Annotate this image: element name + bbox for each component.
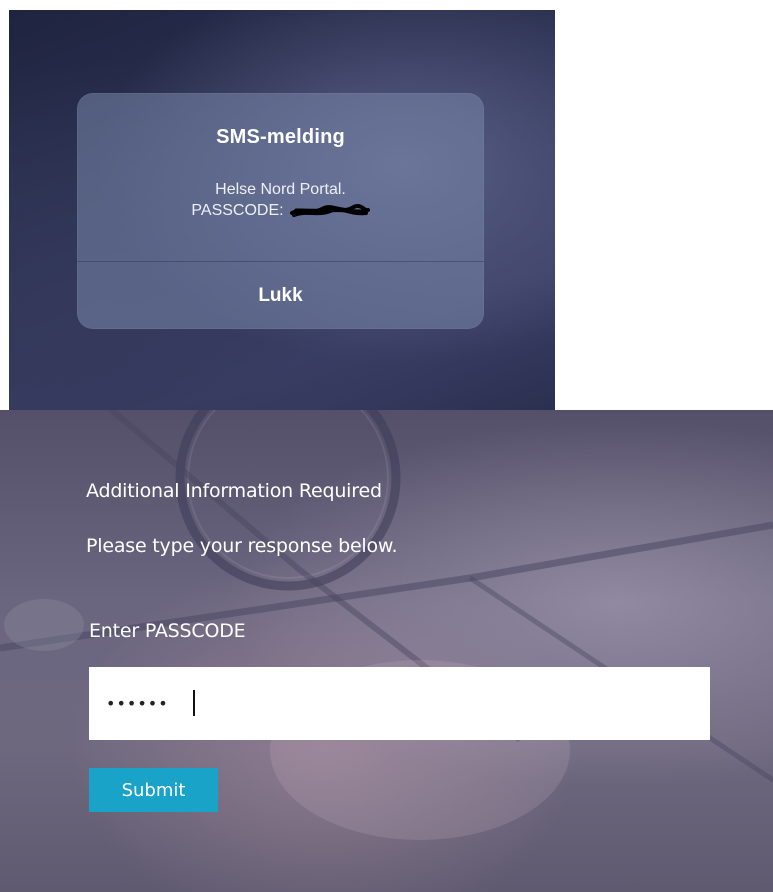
sms-passcode-line: PASSCODE: <box>191 200 370 221</box>
submit-button[interactable]: Submit <box>89 768 218 812</box>
page-title: Additional Information Required <box>86 480 382 502</box>
portal-passcode-screenshot: Additional Information Required Please t… <box>0 410 773 892</box>
screenshot-composite: SMS-melding Helse Nord Portal. PASSCODE:… <box>0 0 773 892</box>
sms-passcode-label: PASSCODE: <box>191 202 284 219</box>
passcode-input[interactable] <box>89 667 710 740</box>
sms-alert-message: Helse Nord Portal. PASSCODE: <box>77 179 484 221</box>
sms-alert-title: SMS-melding <box>216 126 345 148</box>
phone-sms-screenshot: SMS-melding Helse Nord Portal. PASSCODE:… <box>9 10 555 420</box>
redaction-scribble-icon <box>289 203 370 217</box>
passcode-field-label: Enter PASSCODE <box>89 620 246 642</box>
sms-close-button[interactable]: Lukk <box>77 262 484 329</box>
text-caret <box>193 690 195 716</box>
sms-message-line1: Helse Nord Portal. <box>215 181 346 198</box>
sms-alert-dialog: SMS-melding Helse Nord Portal. PASSCODE:… <box>77 93 484 329</box>
instruction-text: Please type your response below. <box>86 535 398 557</box>
